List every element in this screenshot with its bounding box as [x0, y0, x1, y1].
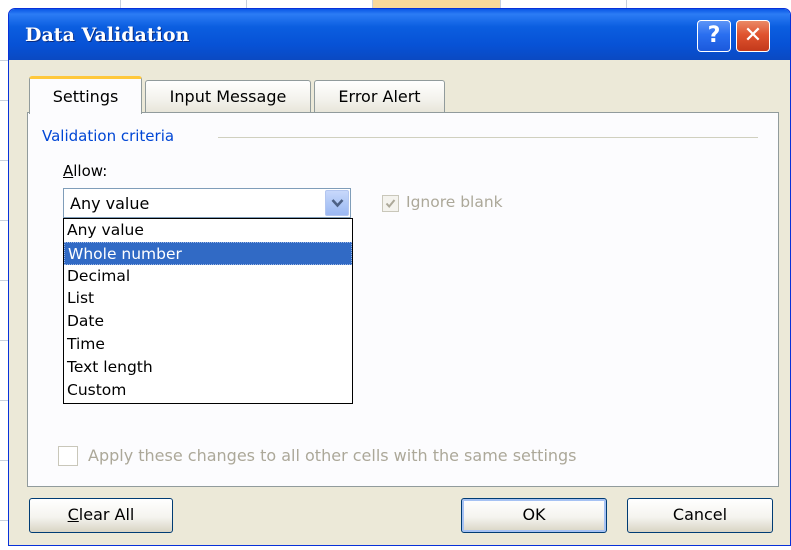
apply-to-all-label: Apply these changes to all other cells w…	[88, 446, 577, 465]
help-button[interactable]: ?	[697, 20, 731, 52]
ok-label: OK	[522, 505, 546, 524]
section-divider	[218, 137, 758, 138]
ok-button[interactable]: OK	[461, 498, 607, 533]
cancel-label: Cancel	[672, 505, 728, 524]
allow-dropdown-list: Any value Whole number Decimal List Date…	[63, 218, 353, 404]
allow-option-list[interactable]: List	[64, 287, 352, 310]
title-bar[interactable]: Data Validation ? ✕	[9, 9, 790, 60]
allow-option-time[interactable]: Time	[64, 333, 352, 356]
cancel-button[interactable]: Cancel	[627, 498, 773, 533]
allow-label: Allow:	[63, 162, 107, 180]
allow-option-whole-number[interactable]: Whole number	[64, 241, 352, 265]
validation-criteria-heading: Validation criteria	[42, 127, 181, 145]
question-mark-icon: ?	[707, 23, 721, 48]
allow-combobox[interactable]: Any value	[63, 188, 351, 218]
clear-all-button[interactable]: Clear All	[29, 498, 173, 533]
allow-option-text-length[interactable]: Text length	[64, 356, 352, 379]
clear-all-label: lear All	[78, 505, 135, 524]
allow-option-decimal[interactable]: Decimal	[64, 265, 352, 288]
ignore-blank-label: Ignore blank	[406, 193, 503, 211]
tab-error-alert-label: Error Alert	[338, 87, 421, 106]
chevron-down-icon	[331, 199, 344, 208]
tab-error-alert[interactable]: Error Alert	[314, 80, 445, 112]
ignore-blank-checkbox[interactable]	[382, 195, 399, 212]
data-validation-dialog: Data Validation ? ✕ Settings Input Messa…	[8, 8, 791, 546]
dialog-title: Data Validation	[25, 24, 190, 46]
allow-option-custom[interactable]: Custom	[64, 379, 352, 402]
settings-panel: Validation criteria Allow: Any value Any…	[27, 112, 779, 487]
allow-dropdown-button[interactable]	[325, 190, 349, 216]
allow-label-accelerator: A	[63, 162, 74, 180]
apply-to-all-checkbox[interactable]	[58, 446, 78, 466]
allow-label-text: llow:	[73, 162, 108, 180]
checkmark-icon	[385, 199, 396, 209]
clear-all-accelerator: C	[67, 505, 79, 524]
tab-input-message-label: Input Message	[169, 87, 287, 106]
allow-combobox-value: Any value	[70, 194, 150, 213]
allow-option-any-value[interactable]: Any value	[64, 219, 352, 242]
tab-input-message[interactable]: Input Message	[145, 80, 311, 112]
close-x-icon: ✕	[743, 23, 763, 48]
tab-settings-label: Settings	[52, 87, 119, 106]
allow-option-date[interactable]: Date	[64, 310, 352, 333]
close-button[interactable]: ✕	[736, 20, 770, 52]
tab-settings[interactable]: Settings	[29, 76, 142, 114]
